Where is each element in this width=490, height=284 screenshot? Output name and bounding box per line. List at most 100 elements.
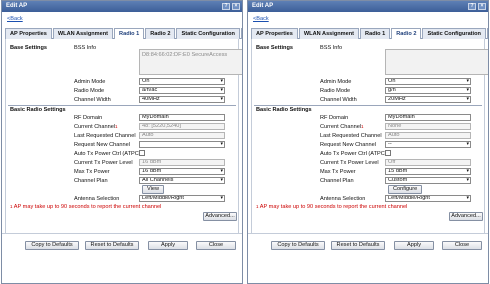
max-tx-power-label: Max Tx Power [320,169,356,175]
back-link[interactable]: <Back [7,16,23,22]
radio-mode-select[interactable]: a/n/ac [139,87,225,94]
tab-static-configuration[interactable]: Static Configuration [422,28,486,39]
last-requested-channel-label: Last Requested Channel [74,133,136,139]
bss-info-label: BSS Info [74,45,97,51]
dialog-title: Edit AP [252,3,274,9]
radio-mode-label: Radio Mode [320,88,351,94]
auto-tx-power-label: Auto Tx Power Ctrl (ATPC) [320,151,387,157]
tab-ap-properties[interactable]: AP Properties [251,28,298,39]
auto-tx-power-label: Auto Tx Power Ctrl (ATPC) [74,151,141,157]
footnote-marker: 1 [10,204,13,209]
section-base-settings: Base Settings [256,45,293,51]
tab-radio-1[interactable]: Radio 1 [360,28,391,39]
request-new-channel-label: Request New Channel [320,142,376,148]
help-icon[interactable]: ? [468,3,476,10]
request-new-channel-select[interactable]: -- [385,141,471,148]
channel-plan-label: Channel Plan [320,178,354,184]
close-button[interactable]: Close [442,241,482,250]
dialog-footer: Copy to Defaults Reset to Defaults Apply… [248,233,488,283]
current-tx-power-field: Off [385,159,471,166]
dialog-titlebar: Edit AP ? × [2,1,242,12]
edit-ap-dialog-radio-1: Edit AP ? × <Back AP Properties WLAN Ass… [1,0,243,284]
channel-width-label: Channel Width [74,97,111,103]
last-requested-channel-label: Last Requested Channel [320,133,382,139]
channel-plan-button[interactable]: View [142,185,165,194]
tab-radio-2[interactable]: Radio 2 [145,28,176,39]
help-icon[interactable]: ? [222,3,230,10]
auto-tx-power-checkbox[interactable] [385,150,391,156]
tab-802-1x[interactable]: 802.1x [240,28,242,39]
channel-report-note: 1 AP may take up to 90 seconds to report… [256,204,408,210]
current-tx-power-label: Current Tx Power Level [320,160,379,166]
section-divider [8,105,236,106]
apply-button[interactable]: Apply [394,241,434,250]
back-link[interactable]: <Back [253,16,269,22]
current-channel-label: Current Channel1 [74,124,118,130]
rf-domain-label: RF Domain [320,115,349,121]
tab-802-1x[interactable]: 802.1x [486,28,488,39]
channel-report-note: 1 AP may take up to 90 seconds to report… [10,204,162,210]
antenna-selection-select[interactable]: Left/Middle/Right [385,195,471,202]
last-requested-channel-field: Auto [385,132,471,139]
request-new-channel-select[interactable] [139,141,225,148]
copy-to-defaults-button[interactable]: Copy to Defaults [271,241,325,250]
radio-settings-panel: Base Settings BSS Info Admin Mode On Rad… [251,39,488,254]
current-channel-field: None [385,123,471,130]
max-tx-power-label: Max Tx Power [74,169,110,175]
current-channel-field: 48: [5220,5240] [139,123,225,130]
dialog-title: Edit AP [6,3,28,9]
footnote-marker: 1 [115,124,118,129]
radio-settings-panel: Base Settings BSS Info D8:84:66:02:DF:E0… [5,39,242,254]
reset-to-defaults-button[interactable]: Reset to Defaults [85,241,139,250]
admin-mode-select[interactable]: On [139,78,225,85]
current-tx-power-label: Current Tx Power Level [74,160,133,166]
channel-width-label: Channel Width [320,97,357,103]
antenna-selection-label: Antenna Selection [320,196,366,202]
copy-to-defaults-button[interactable]: Copy to Defaults [25,241,79,250]
antenna-selection-select[interactable]: Left/Middle/Right [139,195,225,202]
channel-width-select[interactable]: 40MHz [139,96,225,103]
channel-plan-select[interactable]: All Channels [139,177,225,184]
auto-tx-power-checkbox[interactable] [139,150,145,156]
edit-ap-dialog-radio-2: Edit AP ? × <Back AP Properties WLAN Ass… [247,0,489,284]
current-channel-label: Current Channel1 [320,124,364,130]
tab-ap-properties[interactable]: AP Properties [5,28,52,39]
section-basic-radio-settings: Basic Radio Settings [256,107,312,113]
admin-mode-select[interactable]: On [385,78,471,85]
tab-bar: AP Properties WLAN Assignment Radio 1 Ra… [5,28,242,40]
bss-info-field [385,49,488,75]
close-icon[interactable]: × [478,3,486,10]
bss-info-field: D8:84:66:02:DF:E0 SecureAccess [139,49,242,75]
rf-domain-field[interactable]: MyDomain [139,114,225,121]
footnote-marker: 1 [256,204,259,209]
tab-wlan-assignment[interactable]: WLAN Assignment [298,28,360,39]
reset-to-defaults-button[interactable]: Reset to Defaults [331,241,385,250]
rf-domain-field[interactable]: MyDomain [385,114,471,121]
footnote-marker: 1 [361,124,364,129]
last-requested-channel-field: Auto [139,132,225,139]
advanced-button[interactable]: Advanced... [449,212,483,221]
tab-static-configuration[interactable]: Static Configuration [176,28,240,39]
channel-plan-label: Channel Plan [74,178,108,184]
tab-bar: AP Properties WLAN Assignment Radio 1 Ra… [251,28,488,40]
advanced-button[interactable]: Advanced... [203,212,237,221]
max-tx-power-select[interactable]: 15 dBm [385,168,471,175]
apply-button[interactable]: Apply [148,241,188,250]
bss-info-label: BSS Info [320,45,343,51]
admin-mode-label: Admin Mode [320,79,352,85]
channel-plan-button[interactable]: Configure [388,185,423,194]
admin-mode-label: Admin Mode [74,79,106,85]
max-tx-power-select[interactable]: 16 dBm [139,168,225,175]
section-divider [254,105,482,106]
channel-width-select[interactable]: 20MHz [385,96,471,103]
close-icon[interactable]: × [232,3,240,10]
rf-domain-label: RF Domain [74,115,103,121]
radio-mode-label: Radio Mode [74,88,105,94]
dialog-footer: Copy to Defaults Reset to Defaults Apply… [2,233,242,283]
request-new-channel-label: Request New Channel [74,142,130,148]
tab-wlan-assignment[interactable]: WLAN Assignment [52,28,114,39]
radio-mode-select[interactable]: g/n [385,87,471,94]
close-button[interactable]: Close [196,241,236,250]
channel-plan-select[interactable]: Custom [385,177,471,184]
section-base-settings: Base Settings [10,45,47,51]
